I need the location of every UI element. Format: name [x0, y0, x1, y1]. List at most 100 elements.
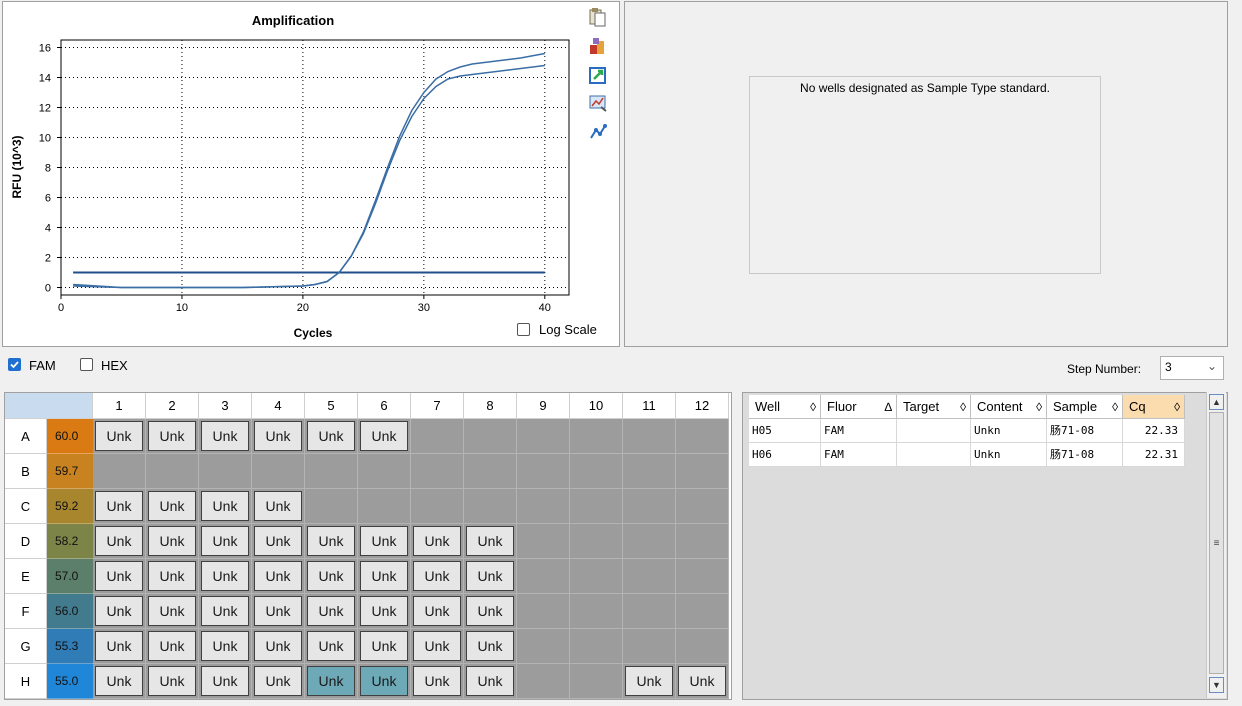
well-E2[interactable]: Unk [146, 559, 199, 594]
well-A10[interactable] [570, 419, 623, 454]
well-D10[interactable] [570, 524, 623, 559]
well-D12[interactable] [676, 524, 729, 559]
well-D6[interactable]: Unk [358, 524, 411, 559]
well-E8[interactable]: Unk [464, 559, 517, 594]
well-D5[interactable]: Unk [305, 524, 358, 559]
zoom-chart-icon[interactable] [587, 93, 609, 113]
well-F6[interactable]: Unk [358, 594, 411, 629]
well-F11[interactable] [623, 594, 676, 629]
well-D1[interactable]: Unk [93, 524, 146, 559]
well-D11[interactable] [623, 524, 676, 559]
well-F8[interactable]: Unk [464, 594, 517, 629]
well-C9[interactable] [517, 489, 570, 524]
column-header-10[interactable]: 10 [570, 393, 623, 419]
well-C6[interactable] [358, 489, 411, 524]
table-cell[interactable]: H05 [749, 419, 821, 443]
row-header-A[interactable]: A [5, 419, 47, 454]
well-H7[interactable]: Unk [411, 664, 464, 699]
scroll-up-button[interactable]: ▲ [1209, 394, 1224, 410]
hex-checkbox[interactable] [80, 358, 93, 371]
well-G12[interactable] [676, 629, 729, 664]
table-cell[interactable]: 22.33 [1123, 419, 1185, 443]
results-scrollbar[interactable]: ▲ ≡ ▼ [1206, 392, 1226, 698]
column-header-well[interactable]: Well ◊ [749, 395, 821, 419]
well-A4[interactable]: Unk [252, 419, 305, 454]
row-header-H[interactable]: H [5, 664, 47, 699]
well-G7[interactable]: Unk [411, 629, 464, 664]
well-G8[interactable]: Unk [464, 629, 517, 664]
well-A8[interactable] [464, 419, 517, 454]
well-D4[interactable]: Unk [252, 524, 305, 559]
table-cell[interactable]: FAM [821, 443, 897, 467]
well-D9[interactable] [517, 524, 570, 559]
well-F2[interactable]: Unk [146, 594, 199, 629]
column-header-sample[interactable]: Sample ◊ [1047, 395, 1123, 419]
well-A5[interactable]: Unk [305, 419, 358, 454]
well-E9[interactable] [517, 559, 570, 594]
well-A7[interactable] [411, 419, 464, 454]
column-header-2[interactable]: 2 [146, 393, 199, 419]
well-H2[interactable]: Unk [146, 664, 199, 699]
line-style-icon[interactable] [587, 122, 609, 142]
well-H8[interactable]: Unk [464, 664, 517, 699]
well-G4[interactable]: Unk [252, 629, 305, 664]
well-H12[interactable]: Unk [676, 664, 729, 699]
table-cell[interactable]: H06 [749, 443, 821, 467]
well-E5[interactable]: Unk [305, 559, 358, 594]
copy-icon[interactable] [587, 7, 609, 27]
well-B12[interactable] [676, 454, 729, 489]
well-C11[interactable] [623, 489, 676, 524]
well-B5[interactable] [305, 454, 358, 489]
table-cell[interactable] [897, 443, 971, 467]
well-C10[interactable] [570, 489, 623, 524]
table-cell[interactable]: FAM [821, 419, 897, 443]
well-G10[interactable] [570, 629, 623, 664]
well-H4[interactable]: Unk [252, 664, 305, 699]
well-F4[interactable]: Unk [252, 594, 305, 629]
well-H10[interactable] [570, 664, 623, 699]
well-G5[interactable]: Unk [305, 629, 358, 664]
well-C8[interactable] [464, 489, 517, 524]
well-H3[interactable]: Unk [199, 664, 252, 699]
well-A1[interactable]: Unk [93, 419, 146, 454]
well-E1[interactable]: Unk [93, 559, 146, 594]
well-F9[interactable] [517, 594, 570, 629]
well-H11[interactable]: Unk [623, 664, 676, 699]
well-E4[interactable]: Unk [252, 559, 305, 594]
well-C5[interactable] [305, 489, 358, 524]
export-icon[interactable] [587, 36, 609, 56]
plate-corner[interactable] [5, 393, 93, 419]
well-H6[interactable]: Unk [358, 664, 411, 699]
table-cell[interactable]: 肠71-08 [1047, 419, 1123, 443]
well-F12[interactable] [676, 594, 729, 629]
column-header-target[interactable]: Target ◊ [897, 395, 971, 419]
well-C12[interactable] [676, 489, 729, 524]
row-header-B[interactable]: B [5, 454, 47, 489]
well-B1[interactable] [93, 454, 146, 489]
well-H1[interactable]: Unk [93, 664, 146, 699]
well-E11[interactable] [623, 559, 676, 594]
well-F5[interactable]: Unk [305, 594, 358, 629]
column-header-4[interactable]: 4 [252, 393, 305, 419]
column-header-fluor[interactable]: Fluor ∆ [821, 395, 897, 419]
row-header-C[interactable]: C [5, 489, 47, 524]
well-E7[interactable]: Unk [411, 559, 464, 594]
table-cell[interactable]: 22.31 [1123, 443, 1185, 467]
well-C2[interactable]: Unk [146, 489, 199, 524]
row-header-E[interactable]: E [5, 559, 47, 594]
row-header-G[interactable]: G [5, 629, 47, 664]
well-B7[interactable] [411, 454, 464, 489]
column-header-9[interactable]: 9 [517, 393, 570, 419]
well-G9[interactable] [517, 629, 570, 664]
row-header-D[interactable]: D [5, 524, 47, 559]
well-A9[interactable] [517, 419, 570, 454]
well-G6[interactable]: Unk [358, 629, 411, 664]
well-G1[interactable]: Unk [93, 629, 146, 664]
well-C3[interactable]: Unk [199, 489, 252, 524]
table-cell[interactable]: Unkn [971, 443, 1047, 467]
well-A6[interactable]: Unk [358, 419, 411, 454]
column-header-11[interactable]: 11 [623, 393, 676, 419]
well-G11[interactable] [623, 629, 676, 664]
well-F7[interactable]: Unk [411, 594, 464, 629]
column-header-8[interactable]: 8 [464, 393, 517, 419]
